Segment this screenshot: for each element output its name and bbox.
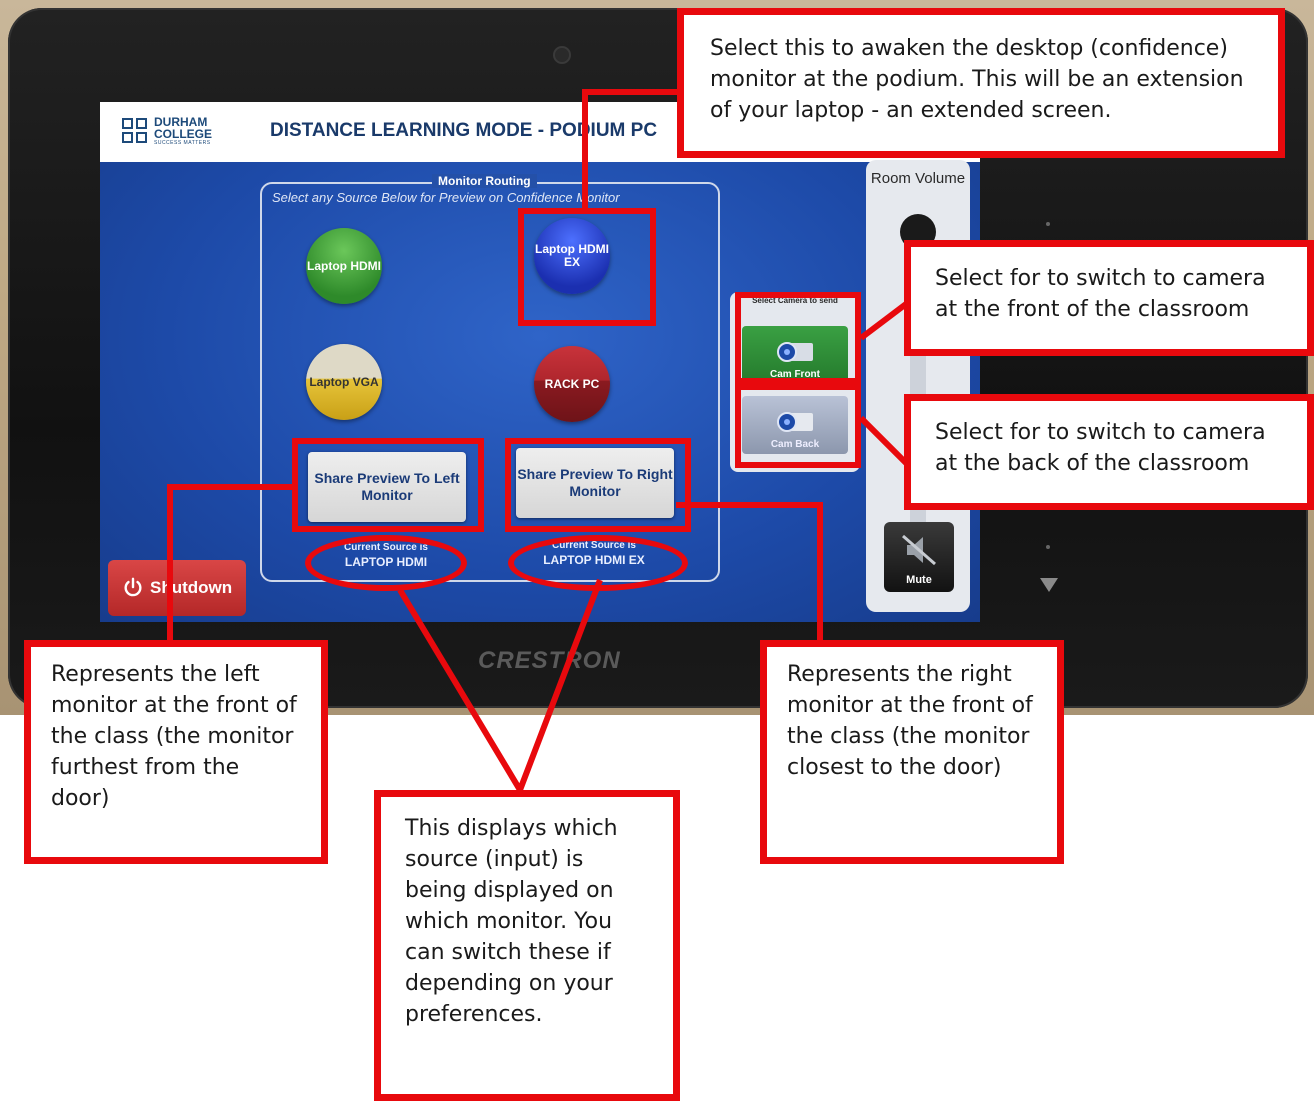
highlight-laptop-hdmi-ex	[518, 208, 656, 326]
mute-button[interactable]: Mute	[884, 522, 954, 592]
note-cam-back: Select for to switch to camera at the ba…	[904, 394, 1314, 510]
highlight-share-right	[505, 438, 691, 532]
durham-college-logo: DURHAM COLLEGE SUCCESS MATTERS	[122, 116, 212, 146]
shutdown-label: Shutdown	[150, 578, 233, 597]
monitor-routing-instructions: Select any Source Below for Preview on C…	[272, 190, 620, 205]
scroll-down-arrow-icon[interactable]	[1040, 578, 1058, 592]
power-icon	[124, 577, 142, 597]
shutdown-button[interactable]: Shutdown	[108, 560, 246, 616]
highlight-share-left	[292, 438, 484, 532]
note-confidence-monitor: Select this to awaken the desktop (confi…	[677, 8, 1285, 158]
bezel-indicator-dot	[1046, 222, 1050, 226]
logo-line-2: COLLEGE	[154, 127, 213, 141]
logo-tagline: SUCCESS MATTERS	[154, 140, 211, 146]
panel-camera-lens	[555, 48, 569, 62]
highlight-current-source-left	[305, 535, 467, 591]
source-laptop-hdmi-button[interactable]: Laptop HDMI	[306, 228, 382, 304]
highlight-current-source-right	[508, 535, 688, 591]
note-current-source: This displays which source (input) is be…	[374, 790, 680, 1101]
highlight-cam-back	[735, 384, 861, 468]
note-right-monitor: Represents the right monitor at the fron…	[760, 640, 1064, 864]
bezel-indicator-dot	[1046, 545, 1050, 549]
page-title: DISTANCE LEARNING MODE - PODIUM PC	[270, 120, 658, 141]
highlight-cam-front	[735, 292, 861, 384]
speaker-muted-icon	[902, 534, 936, 566]
crestron-brand: CRESTRON	[478, 647, 621, 674]
note-cam-front: Select for to switch to camera at the fr…	[904, 240, 1314, 356]
source-laptop-vga-button[interactable]: Laptop VGA	[306, 344, 382, 420]
room-volume-panel: Room Volume Mute	[866, 160, 970, 612]
source-rack-pc-button[interactable]: RACK PC	[534, 346, 610, 422]
mute-label: Mute	[906, 574, 932, 586]
room-volume-label: Room Volume	[870, 170, 966, 187]
college-crest-icon	[122, 118, 148, 144]
note-left-monitor: Represents the left monitor at the front…	[24, 640, 328, 864]
monitor-routing-title: Monitor Routing	[432, 174, 537, 188]
